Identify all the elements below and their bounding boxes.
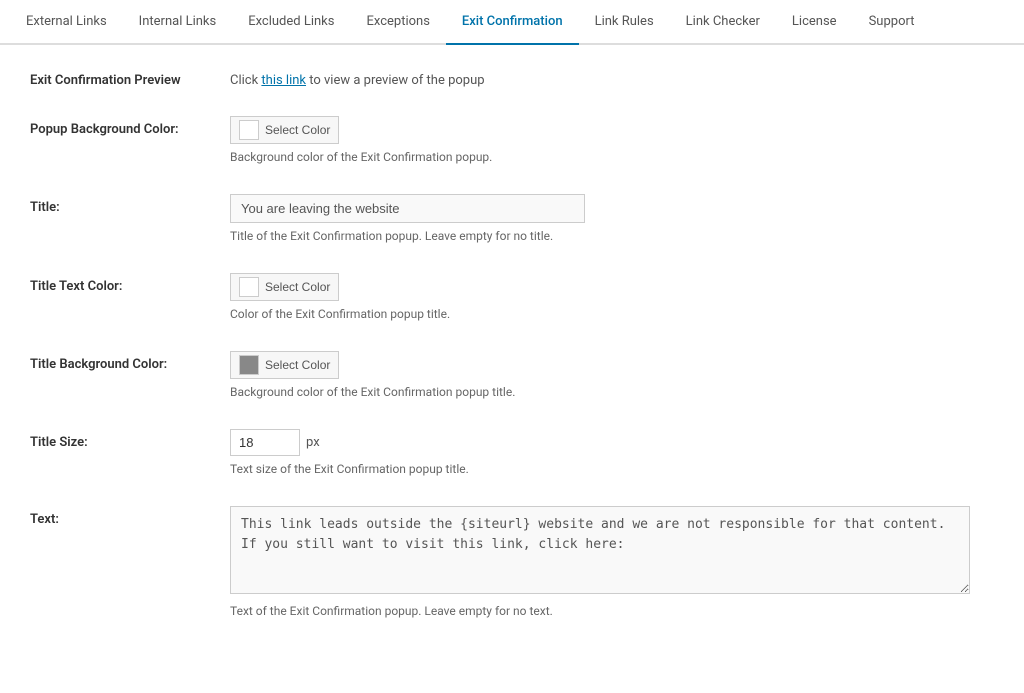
title-text-color-description: Color of the Exit Confirmation popup tit…: [230, 307, 994, 321]
nav-tab-license[interactable]: License: [776, 0, 853, 45]
title-size-row: Title Size: px Text size of the Exit Con…: [30, 429, 994, 486]
title-size-unit: px: [306, 435, 320, 450]
preview-label: Exit Confirmation Preview: [30, 73, 230, 88]
title-size-description: Text size of the Exit Confirmation popup…: [230, 462, 994, 476]
text-label: Text:: [30, 506, 230, 527]
nav-tab-support[interactable]: Support: [853, 0, 931, 45]
title-bg-color-description: Background color of the Exit Confirmatio…: [230, 385, 994, 399]
title-bg-color-button[interactable]: Select Color: [230, 351, 339, 379]
title-text-color-row: Title Text Color: Select Color Color of …: [30, 273, 994, 331]
title-text-color-button-label: Select Color: [265, 280, 330, 294]
title-bg-color-row: Title Background Color: Select Color Bac…: [30, 351, 994, 409]
preview-link[interactable]: this link: [261, 73, 306, 88]
title-size-wrap: px: [230, 429, 994, 456]
nav-tab-exceptions[interactable]: Exceptions: [350, 0, 445, 45]
title-row: Title: Title of the Exit Confirmation po…: [30, 194, 994, 253]
popup-bg-color-button[interactable]: Select Color: [230, 116, 339, 144]
title-bg-color-swatch: [239, 355, 259, 375]
nav-tab-link-rules[interactable]: Link Rules: [579, 0, 670, 45]
title-text-color-button[interactable]: Select Color: [230, 273, 339, 301]
nav-tab-exit-confirmation[interactable]: Exit Confirmation: [446, 0, 579, 45]
text-row: Text: This link leads outside the {siteu…: [30, 506, 994, 628]
text-field: This link leads outside the {siteurl} we…: [230, 506, 994, 618]
nav-tab-link-checker[interactable]: Link Checker: [670, 0, 776, 45]
nav-tab-excluded-links[interactable]: Excluded Links: [232, 0, 350, 45]
main-content: Exit Confirmation Preview Click this lin…: [0, 45, 1024, 668]
text-textarea[interactable]: This link leads outside the {siteurl} we…: [230, 506, 970, 594]
title-bg-color-field: Select Color Background color of the Exi…: [230, 351, 994, 399]
text-description: Text of the Exit Confirmation popup. Lea…: [230, 604, 994, 618]
title-text-color-swatch: [239, 277, 259, 297]
title-bg-color-label: Title Background Color:: [30, 351, 230, 372]
popup-bg-color-label: Popup Background Color:: [30, 116, 230, 137]
popup-bg-color-row: Popup Background Color: Select Color Bac…: [30, 116, 994, 174]
title-label: Title:: [30, 194, 230, 215]
title-size-label: Title Size:: [30, 429, 230, 450]
title-text-color-field: Select Color Color of the Exit Confirmat…: [230, 273, 994, 321]
nav-tab-internal-links[interactable]: Internal Links: [123, 0, 233, 45]
title-field: Title of the Exit Confirmation popup. Le…: [230, 194, 994, 243]
popup-bg-color-swatch: [239, 120, 259, 140]
nav-tab-external-links[interactable]: External Links: [10, 0, 123, 45]
title-size-field: px Text size of the Exit Confirmation po…: [230, 429, 994, 476]
title-bg-color-button-label: Select Color: [265, 358, 330, 372]
popup-bg-color-button-label: Select Color: [265, 123, 330, 137]
title-description: Title of the Exit Confirmation popup. Le…: [230, 229, 994, 243]
popup-bg-color-description: Background color of the Exit Confirmatio…: [230, 150, 994, 164]
preview-text: Click this link to view a preview of the…: [230, 73, 485, 88]
nav-tabs: External LinksInternal LinksExcluded Lin…: [0, 0, 1024, 45]
preview-row: Exit Confirmation Preview Click this lin…: [30, 65, 994, 88]
preview-text-after: to view a preview of the popup: [306, 73, 485, 88]
title-input[interactable]: [230, 194, 585, 223]
title-text-color-label: Title Text Color:: [30, 273, 230, 294]
popup-bg-color-field: Select Color Background color of the Exi…: [230, 116, 994, 164]
title-size-input[interactable]: [230, 429, 300, 456]
preview-text-before: Click: [230, 73, 261, 88]
